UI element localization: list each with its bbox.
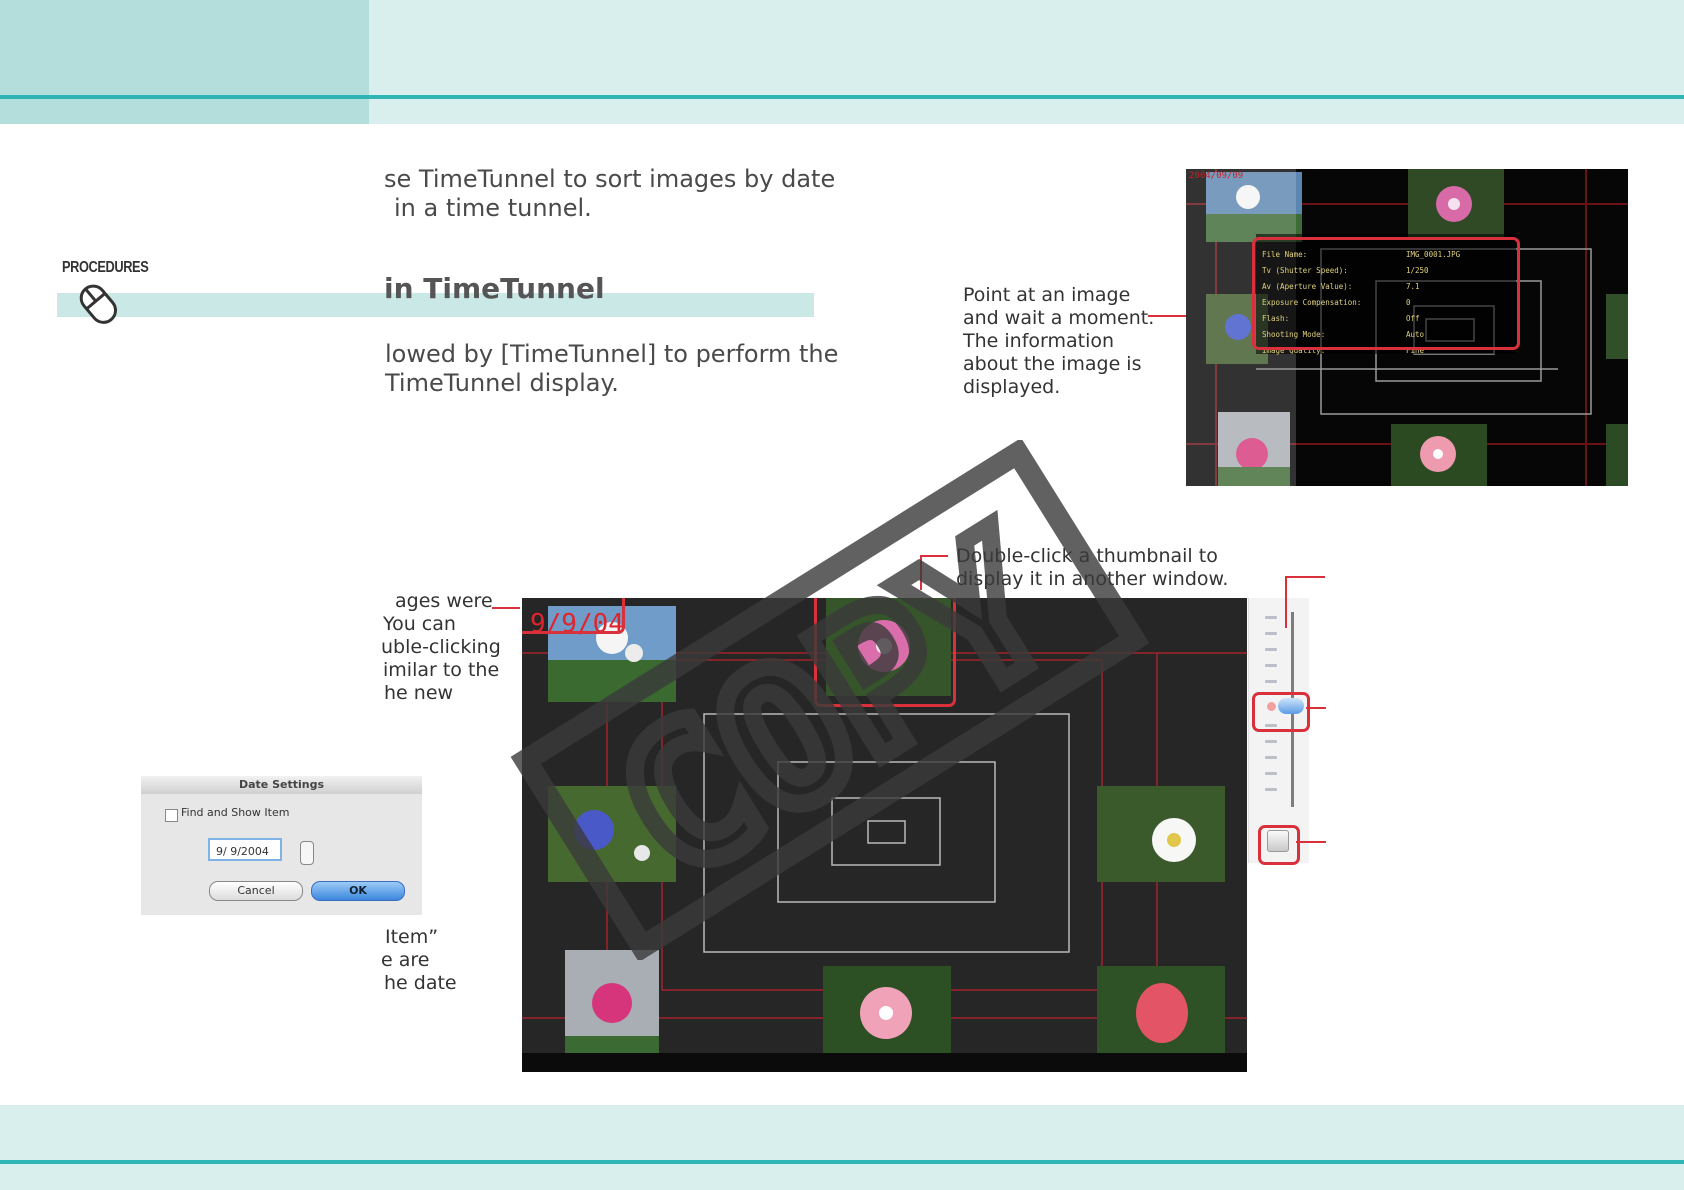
intro-text-line-2: in a time tunnel. [394, 194, 592, 222]
section-title: in TimeTunnel [384, 272, 605, 305]
callout-line: Item” [385, 926, 439, 948]
callout-line: displayed. [963, 376, 1061, 398]
callout-leader-line [1285, 576, 1325, 578]
callout-line: and wait a moment. [963, 307, 1155, 329]
ok-button[interactable]: OK [311, 881, 405, 901]
thumbnail-lily [1391, 424, 1487, 486]
callout-line: Point at an image [963, 284, 1131, 306]
dialog-title: Date Settings [141, 776, 422, 794]
cancel-button[interactable]: Cancel [209, 881, 303, 901]
point-at-image-callout: Point at an image and wait a moment. The… [963, 284, 1154, 399]
callout-line: The information [963, 330, 1115, 352]
find-item-callout: Item” e are he date [381, 926, 457, 995]
thumbnail-red-flower[interactable] [1097, 966, 1225, 1062]
thumbnail-edge [1606, 294, 1628, 359]
header-rule [0, 95, 1684, 99]
button-highlight [1258, 825, 1300, 865]
date-stepper[interactable] [300, 841, 314, 865]
callout-leader-line [1285, 576, 1287, 628]
image-info-screenshot: 2004/09/09 File Name: IMG_0001.JPG Tv (Shu… [1186, 169, 1628, 486]
thumbnail-edge [1606, 424, 1628, 486]
thumbnail-lily[interactable] [823, 966, 951, 1062]
intro-text-line-1: se TimeTunnel to sort images by date [384, 165, 836, 193]
step-text-line-1: lowed by [TimeTunnel] to perform the [385, 340, 839, 368]
thumbnail-pink-flower [1408, 169, 1504, 239]
find-and-show-label: Find and Show Item [181, 806, 290, 819]
slider-knob-highlight [1252, 692, 1310, 732]
date-settings-dialog: Date Settings Find and Show Item 9/ 9/20… [141, 776, 422, 915]
step-text-line-2: TimeTunnel display. [385, 369, 619, 397]
info-highlight-box [1252, 237, 1520, 350]
callout-line: he date [384, 972, 457, 994]
procedures-label: PROCEDURES [62, 259, 149, 276]
header-bar [369, 0, 1684, 124]
callout-leader-line [1306, 707, 1326, 709]
callout-line: about the image is [963, 353, 1142, 375]
footer-rule [0, 1160, 1684, 1164]
copy-watermark: COPY [510, 440, 1150, 960]
find-and-show-checkbox[interactable] [165, 809, 178, 822]
date-field[interactable]: 9/ 9/2004 [208, 838, 282, 861]
footer-bar [0, 1105, 1684, 1190]
header-tab-block [0, 0, 369, 124]
mouse-icon [79, 284, 117, 324]
info-date-label: 2004/09/09 [1189, 171, 1243, 181]
callout-line: e are [381, 949, 430, 971]
callout-leader-line [1296, 841, 1326, 843]
